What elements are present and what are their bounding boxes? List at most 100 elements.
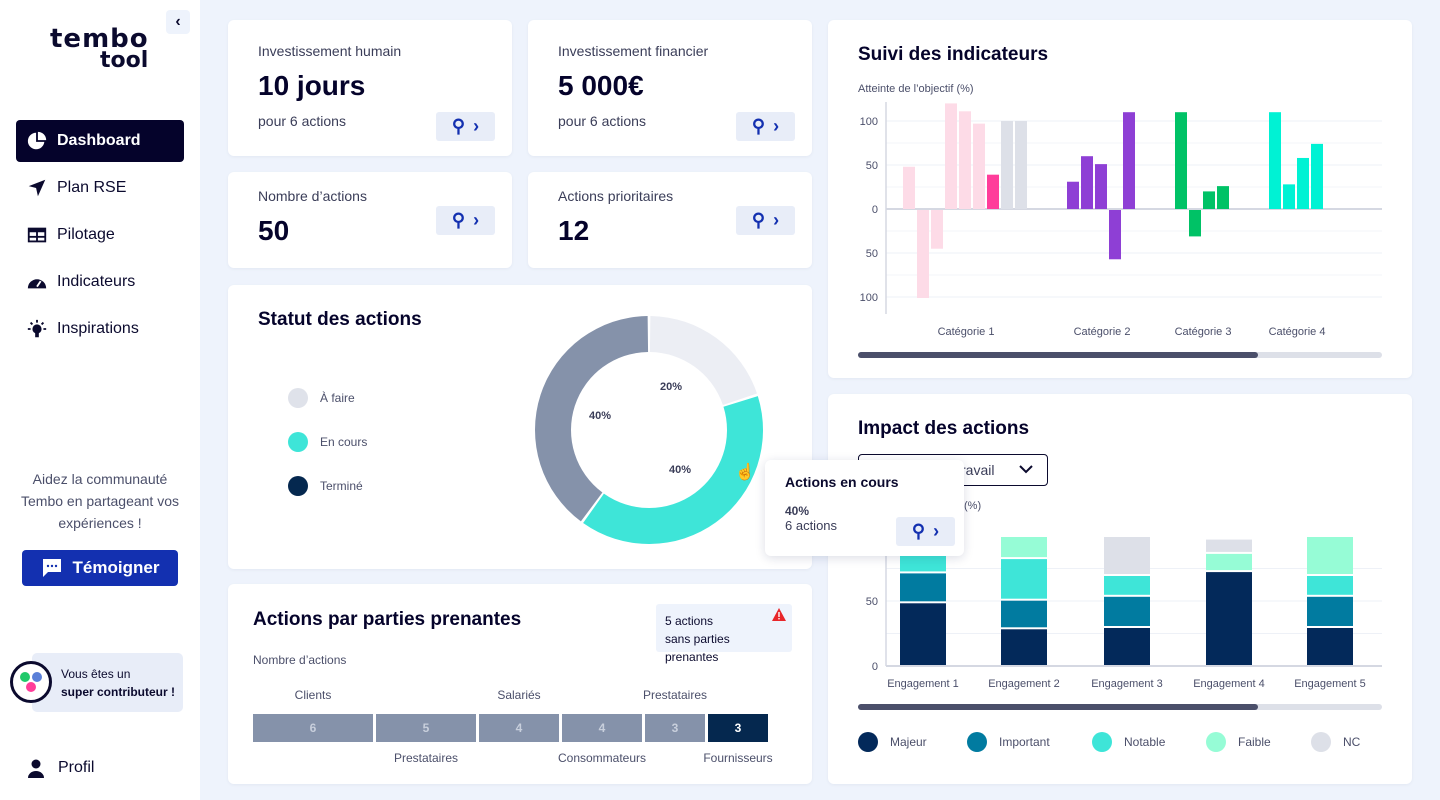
impact-bar-segment[interactable] — [900, 573, 946, 602]
impact-bar-segment[interactable] — [1206, 539, 1252, 552]
stakeholder-bar-segment[interactable]: 5 — [376, 714, 476, 742]
stakeholder-label: Prestataires — [642, 688, 708, 702]
search-icon: ⚲ — [751, 210, 766, 230]
stakeholder-label: Fournisseurs — [703, 751, 773, 765]
impact-bar-segment[interactable] — [1307, 537, 1353, 574]
chevron-down-icon — [1019, 465, 1033, 474]
x-category-label: Engagement 5 — [1294, 678, 1366, 690]
stakeholder-label: Consommateurs — [557, 751, 647, 765]
y-tick-label: 50 — [866, 596, 878, 608]
y-tick-label: 0 — [872, 661, 878, 673]
stakeholder-bar-segment[interactable]: 3 — [645, 714, 705, 742]
indicator-bar[interactable] — [903, 166, 915, 209]
impact-bar-segment[interactable] — [1206, 553, 1252, 571]
view-details-button[interactable]: ⚲ › — [436, 206, 495, 235]
impact-bar-segment[interactable] — [1104, 596, 1150, 626]
indicators-bar-chart: 100 50 0 50 100 Catégorie 1 Catégorie 2 Catégor… — [860, 102, 1382, 338]
indicator-bar[interactable] — [987, 174, 999, 209]
impact-bar-segment[interactable] — [1001, 537, 1047, 558]
legend-label: Notable — [1124, 735, 1166, 749]
sidebar-item-profil[interactable]: Profil — [26, 758, 94, 778]
impact-bar-segment[interactable] — [1206, 572, 1252, 665]
legend-label: Faible — [1238, 735, 1271, 749]
impact-bar-segment[interactable] — [1001, 629, 1047, 665]
indicator-bar[interactable] — [1001, 121, 1013, 209]
legend-dot-done — [288, 476, 308, 496]
indicator-bar[interactable] — [917, 210, 929, 298]
impact-bar-segment[interactable] — [1307, 596, 1353, 626]
indicator-bar[interactable] — [1311, 143, 1323, 209]
indicator-bar[interactable] — [1109, 210, 1121, 260]
legend-dot-in-progress — [288, 432, 308, 452]
navigation-arrow-icon — [28, 179, 46, 197]
testimony-button[interactable]: Témoigner — [22, 550, 178, 586]
indicator-bar[interactable] — [931, 210, 943, 249]
x-category-label: Engagement 3 — [1091, 678, 1163, 690]
sidebar-item-plan-rse[interactable]: Plan RSE — [16, 167, 184, 209]
impact-bar-segment[interactable] — [1104, 628, 1150, 665]
contributor-badge: Vous êtes un super contributeur ! — [32, 653, 183, 712]
sidebar-item-indicateurs[interactable]: Indicateurs — [16, 261, 184, 303]
kpi-card-financial-investment: Investissement financier 5 000€ pour 6 a… — [528, 20, 812, 156]
indicator-bar[interactable] — [1123, 112, 1135, 209]
scrollbar-thumb[interactable] — [858, 704, 1258, 710]
donut-label: 40% — [669, 464, 691, 476]
impact-bar-segment[interactable] — [1307, 576, 1353, 595]
impact-bar-segment[interactable] — [1104, 576, 1150, 595]
chart-scrollbar[interactable] — [858, 352, 1382, 358]
indicator-bar[interactable] — [1189, 210, 1201, 237]
stakeholder-bar-segment[interactable]: 4 — [562, 714, 642, 742]
legend-dot — [1092, 732, 1112, 752]
indicator-bar[interactable] — [1095, 164, 1107, 209]
stakeholder-bar-segment[interactable]: 4 — [479, 714, 559, 742]
view-details-button[interactable]: ⚲ › — [436, 112, 495, 141]
sidebar-item-pilotage[interactable]: Pilotage — [16, 214, 184, 256]
legend-dot — [858, 732, 878, 752]
indicator-bar[interactable] — [1203, 191, 1215, 209]
stakeholder-bar-segment[interactable]: 3 — [708, 714, 768, 742]
view-details-button[interactable]: ⚲ › — [896, 517, 955, 546]
indicator-bar[interactable] — [1175, 112, 1187, 209]
view-details-button[interactable]: ⚲ › — [736, 112, 795, 141]
x-category-label: Engagement 4 — [1193, 678, 1265, 690]
y-tick-label: 0 — [872, 204, 878, 216]
legend-dot — [1311, 732, 1331, 752]
impact-bar-segment[interactable] — [1001, 559, 1047, 599]
scrollbar-thumb[interactable] — [858, 352, 1258, 358]
stakeholder-label: Prestataires — [393, 751, 459, 765]
legend-label: Important — [999, 735, 1050, 749]
chart-scrollbar[interactable] — [858, 704, 1382, 710]
donut-label: 40% — [589, 410, 611, 422]
y-tick-label: 50 — [866, 160, 878, 172]
indicator-bar[interactable] — [1217, 186, 1229, 209]
donut-label: 20% — [660, 381, 682, 393]
y-tick-label: 100 — [860, 292, 878, 304]
indicator-bar[interactable] — [973, 123, 985, 209]
indicator-bar[interactable] — [959, 111, 971, 209]
x-category-label: Engagement 2 — [988, 678, 1060, 690]
kpi-card-human-investment: Investissement humain 10 jours pour 6 ac… — [228, 20, 512, 156]
indicator-bar[interactable] — [1081, 156, 1093, 209]
collapse-sidebar-button[interactable]: ‹ — [166, 10, 190, 34]
chevron-right-icon: › — [933, 521, 940, 541]
y-tick-label: 100 — [860, 116, 878, 128]
stakeholder-bar-segment[interactable]: 6 — [253, 714, 373, 742]
sidebar-item-inspirations[interactable]: Inspirations — [16, 308, 184, 350]
sidebar-item-dashboard[interactable]: Dashboard — [16, 120, 184, 162]
indicator-bar[interactable] — [1269, 112, 1281, 209]
view-details-button[interactable]: ⚲ › — [736, 206, 795, 235]
kpi-card-priority-actions: Actions prioritaires 12 ⚲ › — [528, 172, 812, 268]
legend-dot-todo — [288, 388, 308, 408]
search-icon: ⚲ — [751, 116, 766, 136]
impact-bar-segment[interactable] — [900, 603, 946, 665]
x-category-label: Engagement 1 — [887, 678, 959, 690]
indicator-bar[interactable] — [945, 103, 957, 209]
impact-bar-segment[interactable] — [1001, 600, 1047, 628]
impact-bar-segment[interactable] — [1104, 537, 1150, 574]
indicator-bar[interactable] — [1015, 121, 1027, 209]
indicator-bar[interactable] — [1067, 181, 1079, 209]
impact-bar-segment[interactable] — [1307, 628, 1353, 665]
x-category-label: Catégorie 3 — [1175, 326, 1232, 338]
indicator-bar[interactable] — [1283, 184, 1295, 209]
indicator-bar[interactable] — [1297, 157, 1309, 209]
